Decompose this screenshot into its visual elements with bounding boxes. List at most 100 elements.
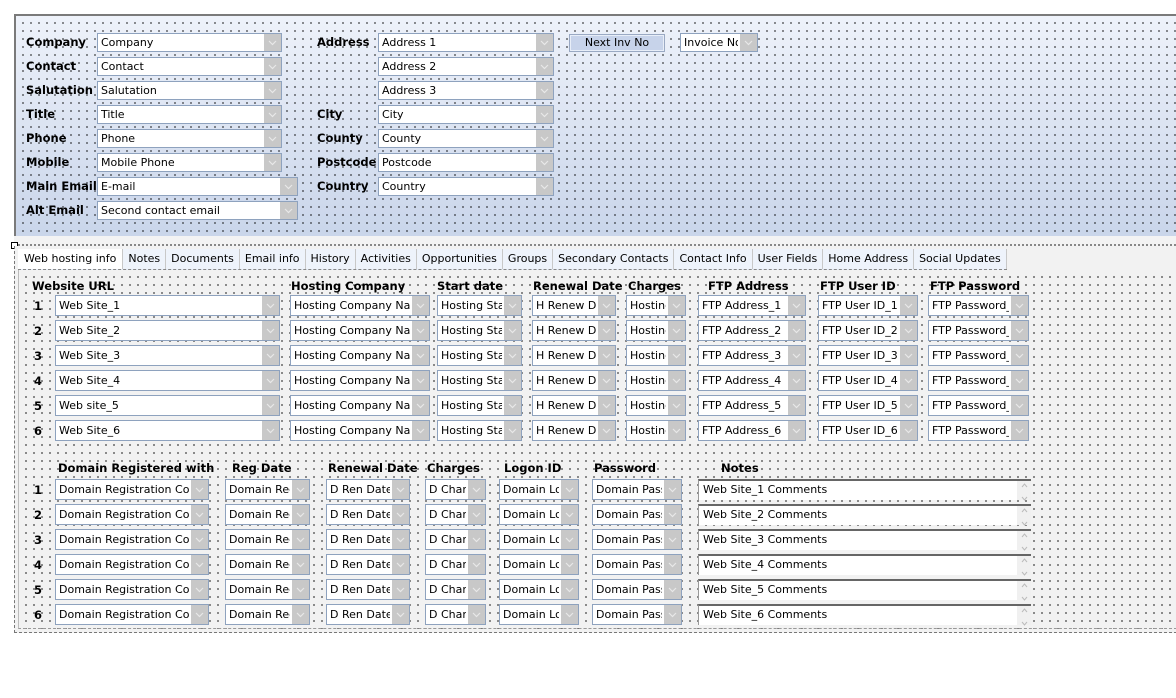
hosting-charges-combo[interactable]: Hosting [626,395,686,416]
chevron-down-icon[interactable] [664,480,681,499]
hosting-website-url-combo[interactable]: Web Site_4 [55,370,280,391]
hosting-hosting-company-combo[interactable]: Hosting Company Name_ [290,395,430,416]
hosting-ftp-user-id-combo[interactable]: FTP User ID_4 [818,370,918,391]
chevron-down-icon[interactable] [280,178,297,195]
scroll-up-icon[interactable] [1021,528,1028,541]
domain-charges-combo[interactable]: D Charg [425,504,486,525]
chevron-down-icon[interactable] [412,371,429,390]
hosting-charges-combo[interactable]: Hosting [626,320,686,341]
domain-domain-registered-with-combo[interactable]: Domain Registration Compa [55,504,209,525]
chevron-down-icon[interactable] [561,530,578,549]
notes-scrollbar[interactable] [1017,528,1031,551]
chevron-down-icon[interactable] [264,58,281,75]
domain-reg-date-combo[interactable]: Domain Regis [225,579,310,600]
chevron-down-icon[interactable] [292,605,309,624]
chevron-down-icon[interactable] [292,480,309,499]
chevron-down-icon[interactable] [392,505,409,524]
chevron-down-icon[interactable] [900,296,917,315]
hosting-ftp-address-combo[interactable]: FTP Address_4 [698,370,806,391]
chevron-down-icon[interactable] [264,82,281,99]
domain-domain-registered-with-combo[interactable]: Domain Registration Compa [55,579,209,600]
domain-renewal-date-combo[interactable]: D Ren Date_ [326,529,410,550]
notes-textarea[interactable]: Web Site_2 Comments [698,504,1031,526]
hosting-ftp-password-combo[interactable]: FTP Password_1 [928,295,1029,316]
chevron-down-icon[interactable] [264,130,281,147]
chevron-down-icon[interactable] [664,530,681,549]
domain-logon-id-combo[interactable]: Domain Logo [499,554,579,575]
chevron-down-icon[interactable] [412,396,429,415]
hosting-ftp-address-combo[interactable]: FTP Address_5 [698,395,806,416]
hosting-renewal-date-combo[interactable]: H Renew Dat [532,345,616,366]
chevron-down-icon[interactable] [598,321,615,340]
domain-password-combo[interactable]: Domain Passw [592,504,682,525]
hosting-ftp-password-combo[interactable]: FTP Password_2 [928,320,1029,341]
chevron-down-icon[interactable] [788,421,805,440]
hosting-ftp-address-combo[interactable]: FTP Address_2 [698,320,806,341]
chevron-down-icon[interactable] [504,396,521,415]
chevron-down-icon[interactable] [900,346,917,365]
chevron-down-icon[interactable] [668,296,685,315]
scroll-up-icon[interactable] [1021,553,1028,566]
notes-textarea[interactable]: Web Site_6 Comments [698,604,1031,626]
tab-opportunities[interactable]: Opportunities [416,249,503,269]
chevron-down-icon[interactable] [392,605,409,624]
hosting-start-date-combo[interactable]: Hosting Start [437,370,522,391]
domain-logon-id-combo[interactable]: Domain Logo [499,579,579,600]
hosting-ftp-user-id-combo[interactable]: FTP User ID_2 [818,320,918,341]
chevron-down-icon[interactable] [598,396,615,415]
domain-charges-combo[interactable]: D Charg [425,529,486,550]
chevron-down-icon[interactable] [536,58,553,75]
address-field-2-combo[interactable]: Address 2 [378,57,554,76]
hosting-hosting-company-combo[interactable]: Hosting Company Name_ [290,420,430,441]
hosting-ftp-user-id-combo[interactable]: FTP User ID_1 [818,295,918,316]
chevron-down-icon[interactable] [504,346,521,365]
notes-scrollbar[interactable] [1017,478,1031,501]
chevron-down-icon[interactable] [536,130,553,147]
domain-password-combo[interactable]: Domain Passw [592,529,682,550]
chevron-down-icon[interactable] [468,505,485,524]
chevron-down-icon[interactable] [191,555,208,574]
hosting-ftp-user-id-combo[interactable]: FTP User ID_6 [818,420,918,441]
chevron-down-icon[interactable] [504,421,521,440]
domain-domain-registered-with-combo[interactable]: Domain Registration Compa [55,554,209,575]
notes-scrollbar[interactable] [1017,581,1031,601]
alt-email-combo[interactable]: Second contact email [97,201,298,220]
hosting-renewal-date-combo[interactable]: H Renew Dat [532,395,616,416]
main-email-combo[interactable]: E-mail [97,177,298,196]
hosting-ftp-password-combo[interactable]: FTP Password_4 [928,370,1029,391]
chevron-down-icon[interactable] [412,421,429,440]
notes-scrollbar[interactable] [1017,506,1031,526]
domain-renewal-date-combo[interactable]: D Ren Date_ [326,579,410,600]
address-field-5-combo[interactable]: County [378,129,554,148]
tab-user-fields[interactable]: User Fields [752,249,824,269]
chevron-down-icon[interactable] [536,154,553,171]
hosting-website-url-combo[interactable]: Web Site_3 [55,345,280,366]
chevron-down-icon[interactable] [392,580,409,599]
domain-domain-registered-with-combo[interactable]: Domain Registration Compa [55,604,209,625]
hosting-start-date-combo[interactable]: Hosting Start [437,345,522,366]
hosting-ftp-address-combo[interactable]: FTP Address_6 [698,420,806,441]
chevron-down-icon[interactable] [1011,346,1028,365]
chevron-down-icon[interactable] [262,371,279,390]
domain-reg-date-combo[interactable]: Domain Regis [225,554,310,575]
scroll-up-icon[interactable] [1021,478,1028,491]
chevron-down-icon[interactable] [191,505,208,524]
chevron-down-icon[interactable] [504,296,521,315]
hosting-hosting-company-combo[interactable]: Hosting Company Name_ [290,295,430,316]
chevron-down-icon[interactable] [668,346,685,365]
domain-domain-registered-with-combo[interactable]: Domain Registration Compa [55,529,209,550]
hosting-charges-combo[interactable]: Hosting [626,420,686,441]
chevron-down-icon[interactable] [392,555,409,574]
chevron-down-icon[interactable] [191,580,208,599]
domain-logon-id-combo[interactable]: Domain Logo [499,479,579,500]
chevron-down-icon[interactable] [262,396,279,415]
chevron-down-icon[interactable] [412,321,429,340]
chevron-down-icon[interactable] [598,296,615,315]
chevron-down-icon[interactable] [664,555,681,574]
address-field-3-combo[interactable]: Address 3 [378,81,554,100]
address-field-7-combo[interactable]: Country [378,177,554,196]
hosting-hosting-company-combo[interactable]: Hosting Company Name_ [290,345,430,366]
tab-history[interactable]: History [305,249,356,269]
tab-groups[interactable]: Groups [502,249,554,269]
domain-charges-combo[interactable]: D Charg [425,479,486,500]
